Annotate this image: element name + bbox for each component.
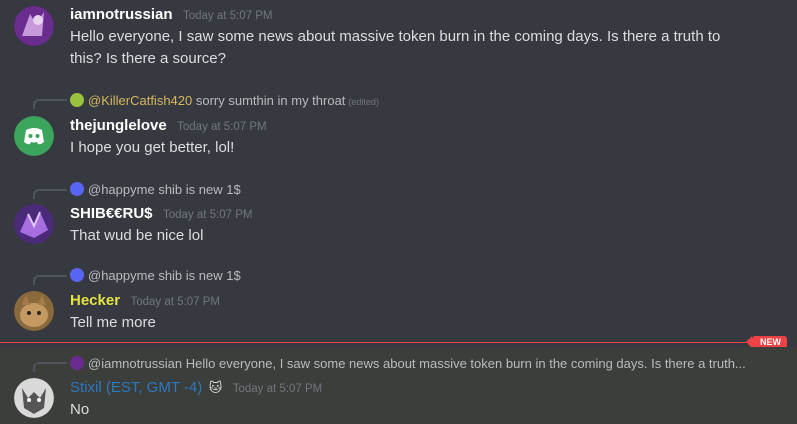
message-text: Hello everyone, I saw some news about ma…: [70, 28, 721, 67]
reply-author[interactable]: @happyme: [88, 182, 155, 197]
author-name[interactable]: Stixil (EST, GMT -4): [70, 379, 202, 396]
new-messages-divider: [0, 342, 770, 343]
message-text: I hope you get better, lol!: [70, 139, 235, 156]
reply-text: shib is new 1$: [158, 268, 241, 283]
reply-preview[interactable]: @happyme shib is new 1$: [70, 268, 241, 283]
message-text: That wud be nice lol: [70, 227, 204, 244]
reply-avatar: [70, 182, 84, 196]
reply-author[interactable]: @KillerCatfish420: [88, 93, 192, 108]
author-name[interactable]: SHIB€€RU$: [70, 205, 153, 222]
author-name[interactable]: thejunglelove: [70, 117, 167, 134]
avatar[interactable]: [14, 6, 54, 46]
author-name[interactable]: iamnotrussian: [70, 6, 173, 23]
reply-preview[interactable]: @KillerCatfish420 sorry sumthin in my th…: [70, 93, 379, 108]
timestamp: Today at 5:07 PM: [232, 383, 323, 395]
reply-text: sorry sumthin in my throat: [195, 93, 346, 108]
reply-spine: [33, 275, 67, 285]
timestamp: Today at 5:07 PM: [130, 296, 221, 308]
reply-author[interactable]: @happyme: [88, 268, 155, 283]
reply-author[interactable]: @iamnotrussian: [88, 356, 182, 371]
timestamp: Today at 5:07 PM: [177, 121, 267, 133]
avatar[interactable]: [14, 291, 54, 331]
author-name[interactable]: Hecker: [70, 292, 120, 309]
message-text: Tell me more: [70, 314, 156, 331]
reply-spine: [33, 362, 67, 372]
avatar[interactable]: [14, 204, 54, 244]
avatar[interactable]: [14, 378, 54, 418]
avatar[interactable]: [14, 116, 54, 156]
reply-avatar: [70, 356, 84, 370]
reply-preview[interactable]: @iamnotrussian Hello everyone, I saw som…: [70, 356, 746, 371]
edited-tag: (edited): [348, 97, 379, 107]
reply-avatar: [70, 93, 84, 107]
shiba-emoji-icon: 🐱: [208, 380, 223, 395]
message-text: No: [70, 401, 90, 418]
reply-avatar: [70, 268, 84, 282]
reply-text: Hello everyone, I saw some news about ma…: [185, 356, 746, 371]
reply-preview[interactable]: @happyme shib is new 1$: [70, 182, 241, 197]
timestamp: Today at 5:07 PM: [182, 10, 273, 22]
timestamp: Today at 5:07 PM: [162, 209, 253, 221]
reply-text: shib is new 1$: [158, 182, 241, 197]
reply-spine: [33, 189, 67, 199]
reply-spine: [33, 99, 67, 109]
